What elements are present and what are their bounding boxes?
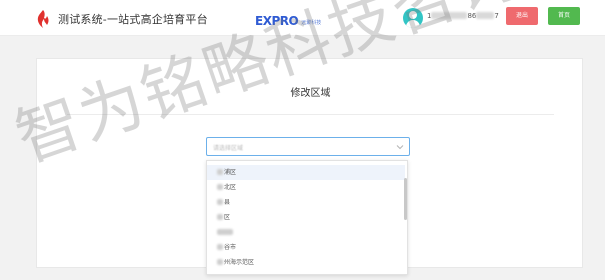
dropdown-option[interactable] [207,225,405,240]
region-select[interactable]: 请选择区域 [206,137,410,156]
user-avatar-icon[interactable] [403,8,423,28]
username[interactable]: 1 86 7 [427,12,499,20]
region-select-placeholder-text: 请选择区域 [213,145,244,152]
dropdown-scrollbar[interactable] [404,178,407,220]
region-dropdown[interactable]: 浦区 北区 县 区 谷市 州海示范区 [206,160,408,275]
chevron-down-icon[interactable] [396,143,404,151]
app-header: 测试系统-一站式高企培育平台 EXPRO 远聚科技 1 86 7 退出 首页 [0,0,605,36]
home-button[interactable]: 首页 [548,7,580,25]
title-divider [67,114,554,115]
dropdown-option[interactable]: 州海示范区 [207,255,405,270]
brand-logo-text: EXPRO [255,14,299,28]
dropdown-option[interactable]: 县 [207,195,405,210]
dropdown-option[interactable]: 区 [207,210,405,225]
brand-logo-subtext: 远聚科技 [301,20,322,26]
dropdown-option[interactable]: 北区 [207,180,405,195]
page-title: 修改区域 [290,88,331,99]
dropdown-option[interactable]: 浦区 [207,165,405,180]
dropdown-option[interactable]: 谷市 [207,240,405,255]
username-end: 7 [494,12,499,20]
username-mid: 86 [467,12,477,20]
app-title: 测试系统-一站式高企培育平台 [58,13,208,26]
logout-button[interactable]: 退出 [506,7,538,25]
brand-logo: EXPRO 远聚科技 [255,10,322,28]
flame-logo-icon [37,10,49,28]
region-select-placeholder: 请选择区域 [213,143,243,152]
